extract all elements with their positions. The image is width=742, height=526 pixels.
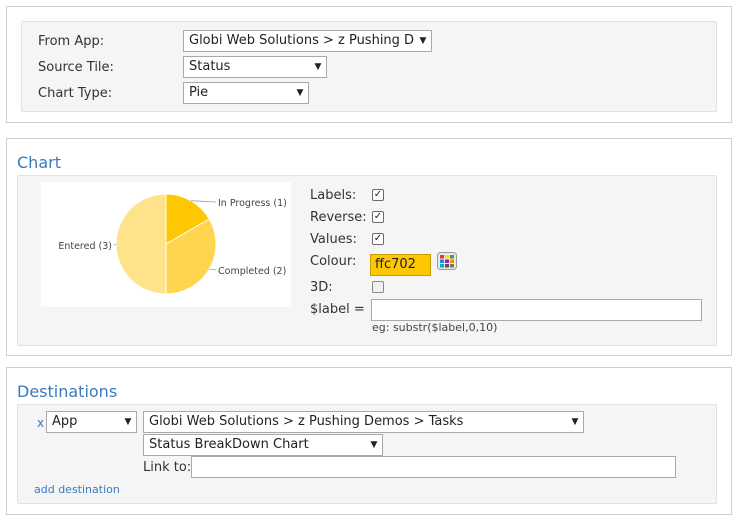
reverse-option-label: Reverse: bbox=[310, 210, 367, 225]
values-checkbox[interactable]: ✓ bbox=[372, 233, 384, 245]
colour-picker-icon[interactable] bbox=[437, 252, 457, 270]
chevron-down-icon: ▼ bbox=[567, 412, 583, 432]
source-tile-label: Source Tile: bbox=[38, 60, 114, 75]
destination-tile-select[interactable]: Status BreakDown Chart ▼ bbox=[143, 434, 383, 456]
chart-preview: In Progress (1) Completed (2) Entered (3) bbox=[41, 182, 291, 307]
destination-app-value: Globi Web Solutions > z Pushing Demos > … bbox=[149, 414, 464, 429]
source-tile-select[interactable]: Status ▼ bbox=[183, 56, 327, 78]
chart-type-select[interactable]: Pie ▼ bbox=[183, 82, 309, 104]
pie-slice-label: Entered (3) bbox=[58, 241, 112, 252]
pie-slice-label: Completed (2) bbox=[218, 266, 286, 277]
remove-destination-link[interactable]: x bbox=[37, 416, 44, 430]
link-to-input[interactable] bbox=[191, 456, 676, 478]
destinations-heading: Destinations bbox=[17, 382, 118, 401]
pie-slice bbox=[115, 193, 167, 295]
reverse-checkbox[interactable]: ✓ bbox=[372, 211, 384, 223]
chart-panel: Chart In Progress (1) Completed (2) Entere… bbox=[6, 138, 732, 356]
destinations-panel: Destinations x App ▼ Globi Web Solutions… bbox=[6, 367, 732, 515]
link-to-value bbox=[192, 459, 196, 474]
chart-heading: Chart bbox=[17, 153, 61, 172]
destination-app-select[interactable]: Globi Web Solutions > z Pushing Demos > … bbox=[143, 411, 584, 433]
colour-value: ffc702 bbox=[375, 257, 416, 272]
from-app-select[interactable]: Globi Web Solutions > z Pushing Demos ▼ bbox=[183, 30, 432, 52]
chart-settings-well: In Progress (1) Completed (2) Entered (3) … bbox=[17, 175, 717, 346]
chart-type-value: Pie bbox=[189, 85, 209, 100]
source-settings-panel: From App: Globi Web Solutions > z Pushin… bbox=[6, 6, 732, 123]
source-settings-well: From App: Globi Web Solutions > z Pushin… bbox=[21, 21, 717, 112]
destination-well: x App ▼ Globi Web Solutions > z Pushing … bbox=[17, 404, 717, 504]
label-expression-value bbox=[372, 302, 376, 317]
chevron-down-icon: ▼ bbox=[292, 83, 308, 103]
colour-input[interactable]: ffc702 bbox=[370, 254, 431, 276]
labels-option-label: Labels: bbox=[310, 188, 357, 203]
destination-type-select[interactable]: App ▼ bbox=[46, 411, 137, 433]
pie-slice-label: In Progress (1) bbox=[218, 198, 287, 209]
from-app-label: From App: bbox=[38, 34, 105, 49]
destination-type-value: App bbox=[52, 414, 78, 429]
checkmark-icon: ✓ bbox=[373, 211, 383, 222]
source-tile-value: Status bbox=[189, 59, 231, 74]
chevron-down-icon: ▼ bbox=[120, 412, 136, 432]
destination-tile-value: Status BreakDown Chart bbox=[149, 437, 309, 452]
label-expression-label: $label = bbox=[310, 302, 365, 317]
chart-type-label: Chart Type: bbox=[38, 86, 113, 101]
label-expression-input[interactable] bbox=[371, 299, 702, 321]
pie-chart: In Progress (1) Completed (2) Entered (3) bbox=[58, 193, 287, 295]
3d-checkbox[interactable] bbox=[372, 281, 384, 293]
chevron-down-icon: ▼ bbox=[366, 435, 382, 455]
from-app-value: Globi Web Solutions > z Pushing Demos bbox=[189, 33, 432, 48]
values-option-label: Values: bbox=[310, 232, 357, 247]
labels-checkbox[interactable]: ✓ bbox=[372, 189, 384, 201]
add-destination-link[interactable]: add destination bbox=[34, 483, 120, 496]
chevron-down-icon: ▼ bbox=[415, 31, 431, 51]
colour-option-label: Colour: bbox=[310, 254, 357, 269]
chevron-down-icon: ▼ bbox=[310, 57, 326, 77]
3d-option-label: 3D: bbox=[310, 280, 333, 295]
checkmark-icon: ✓ bbox=[373, 233, 383, 244]
link-to-label: Link to: bbox=[143, 460, 192, 475]
pie-leader-line bbox=[190, 200, 217, 203]
label-expression-hint: eg: substr($label,0,10) bbox=[372, 321, 498, 334]
checkmark-icon: ✓ bbox=[373, 189, 383, 200]
pie-leader-line bbox=[209, 268, 217, 271]
